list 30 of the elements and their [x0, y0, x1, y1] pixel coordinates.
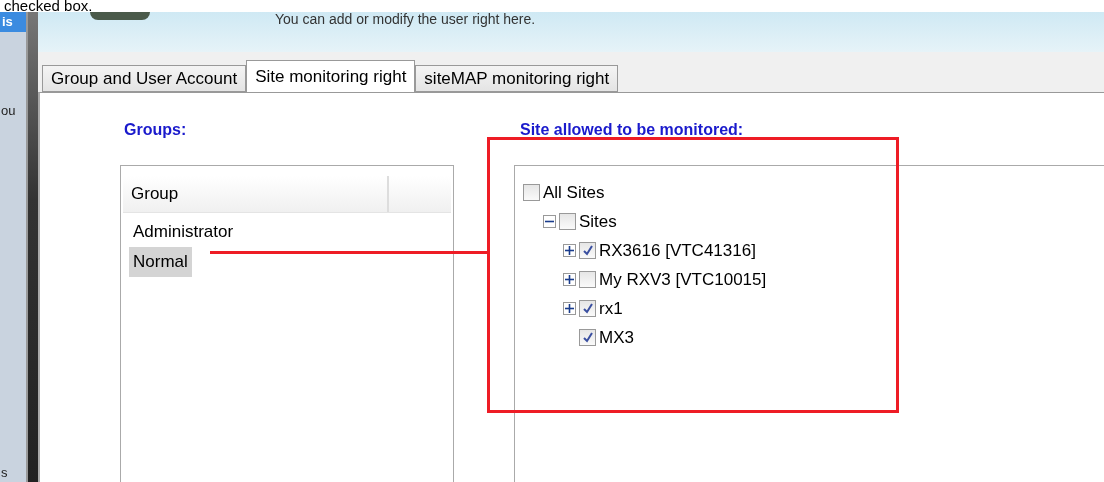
collapse-icon[interactable]: [543, 215, 556, 228]
tab[interactable]: Site monitoring right: [246, 60, 416, 93]
tab[interactable]: Group and User Account: [42, 65, 247, 92]
checkbox[interactable]: [579, 329, 596, 346]
groups-title: Groups:: [124, 121, 188, 140]
logo-icon: [90, 12, 150, 20]
checkbox[interactable]: [559, 213, 576, 230]
expand-icon[interactable]: [563, 273, 576, 286]
tree-item[interactable]: RX3616 [VTC41316]: [599, 240, 756, 261]
side-text: ou: [0, 102, 17, 120]
side-text: s: [0, 464, 9, 482]
tree-item[interactable]: Sites: [579, 211, 617, 232]
scrollbar[interactable]: [26, 12, 38, 482]
group-row[interactable]: Administrator: [129, 217, 238, 247]
checkbox[interactable]: [579, 242, 596, 259]
tree-item[interactable]: My RXV3 [VTC10015]: [599, 269, 767, 290]
tree-item[interactable]: MX3: [599, 327, 634, 348]
tab[interactable]: siteMAP monitoring right: [415, 65, 619, 92]
group-row[interactable]: Normal: [129, 247, 192, 277]
checkbox[interactable]: [523, 184, 540, 201]
caption-text: checked box.: [3, 0, 94, 12]
tree-item[interactable]: rx1: [599, 298, 623, 319]
checkbox[interactable]: [579, 271, 596, 288]
expand-icon[interactable]: [563, 302, 576, 315]
side-tab[interactable]: is: [0, 12, 26, 32]
checkbox[interactable]: [579, 300, 596, 317]
header-text: You can add or modify the user right here.: [275, 12, 536, 26]
tree-item[interactable]: All Sites: [543, 182, 605, 203]
expand-icon[interactable]: [563, 244, 576, 257]
sites-title: Site allowed to be monitored:: [520, 121, 745, 140]
